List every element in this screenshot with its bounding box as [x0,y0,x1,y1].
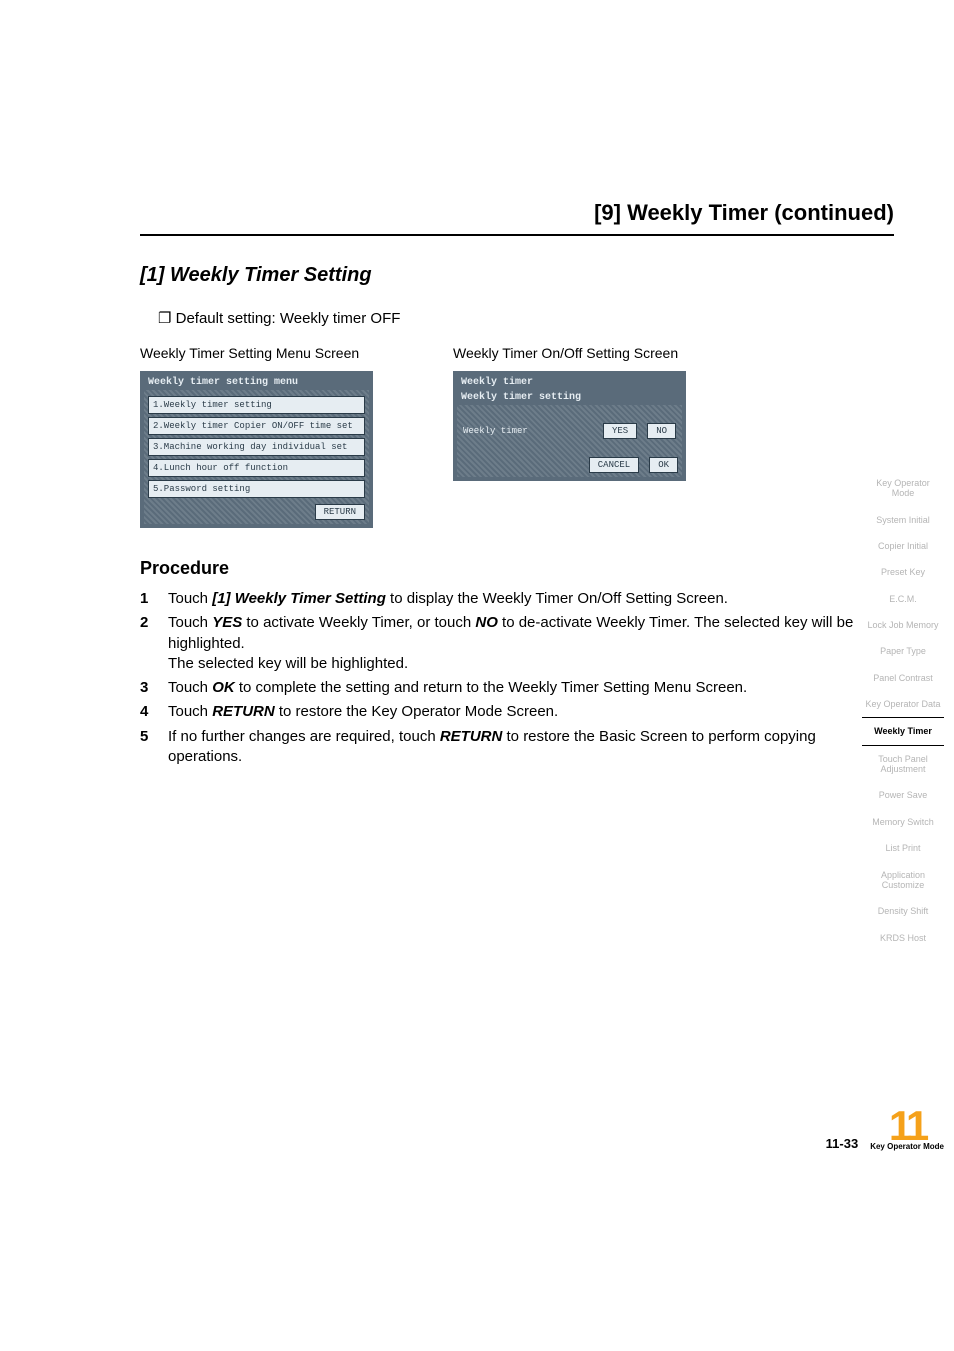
screen1-caption: Weekly Timer Setting Menu Screen [140,345,373,361]
procedure-steps: Touch [1] Weekly Timer Setting to displa… [140,589,894,767]
sidebar-item[interactable]: Power Save [862,782,944,808]
screen1-lcd: Weekly timer setting menu 1.Weekly timer… [140,371,373,528]
screen2-ok-button[interactable]: OK [649,457,678,473]
subsection-title: [1] Weekly Timer Setting [140,264,894,287]
sidebar-item[interactable]: Density Shift [862,898,944,924]
sidebar-item[interactable]: E.C.M. [862,586,944,612]
sidebar-item[interactable]: KRDS Host [862,925,944,951]
screen1-menu-item[interactable]: 1.Weekly timer setting [148,396,365,414]
section-header: [9] Weekly Timer (continued) [140,200,894,236]
sidebar-item[interactable]: Key Operator Data [862,691,944,717]
screen1-title: Weekly timer setting menu [144,375,369,390]
procedure-heading: Procedure [140,558,894,579]
sidebar-item[interactable]: List Print [862,835,944,861]
step1-key: [1] Weekly Timer Setting [212,590,386,607]
screen1-return-button[interactable]: RETURN [315,504,365,520]
screen1-menu-item[interactable]: 5.Password setting [148,480,365,498]
sidebar-item[interactable]: Key Operator Mode [862,470,944,507]
chapter-badge: 11 Key Operator Mode [870,1105,944,1151]
procedure-step: Touch YES to activate Weekly Timer, or t… [140,613,894,674]
page-number: 11-33 [826,1136,859,1151]
procedure-step: Touch OK to complete the setting and ret… [140,678,894,698]
sidebar-item[interactable]: Preset Key [862,559,944,585]
screen2-title-line2: Weekly timer setting [457,390,682,405]
sidebar-nav: Key Operator Mode System Initial Copier … [862,470,944,951]
sidebar-item[interactable]: Paper Type [862,638,944,664]
screen2-yes-button[interactable]: YES [603,423,637,439]
sidebar-item[interactable]: Copier Initial [862,533,944,559]
sidebar-item[interactable]: Memory Switch [862,809,944,835]
sidebar-item[interactable]: Application Customize [862,862,944,899]
screen1-menu-item[interactable]: 3.Machine working day individual set [148,438,365,456]
default-setting-text: Default setting: Weekly timer OFF [158,309,894,327]
screen1-menu-item[interactable]: 4.Lunch hour off function [148,459,365,477]
sidebar-item[interactable]: System Initial [862,507,944,533]
sidebar-item-active[interactable]: Weekly Timer [862,717,944,745]
sidebar-item[interactable]: Lock Job Memory [862,612,944,638]
screen2-lcd: Weekly timer Weekly timer setting Weekly… [453,371,686,481]
screen1-menu-item[interactable]: 2.Weekly timer Copier ON/OFF time set [148,417,365,435]
sidebar-item[interactable]: Touch Panel Adjustment [862,746,944,783]
sidebar-item[interactable]: Panel Contrast [862,665,944,691]
procedure-step: Touch [1] Weekly Timer Setting to displa… [140,589,894,609]
screen2-caption: Weekly Timer On/Off Setting Screen [453,345,686,361]
screen2-cancel-button[interactable]: CANCEL [589,457,639,473]
screen2-no-button[interactable]: NO [647,423,676,439]
screen2-row-label: Weekly timer [463,426,593,436]
chapter-label: Key Operator Mode [870,1143,944,1151]
procedure-step: Touch RETURN to restore the Key Operator… [140,702,894,722]
chapter-number: 11 [870,1105,944,1147]
procedure-step: If no further changes are required, touc… [140,727,894,768]
step1-rest: to display the Weekly Timer On/Off Setti… [386,590,728,607]
screen2-title-line1: Weekly timer [457,375,682,390]
